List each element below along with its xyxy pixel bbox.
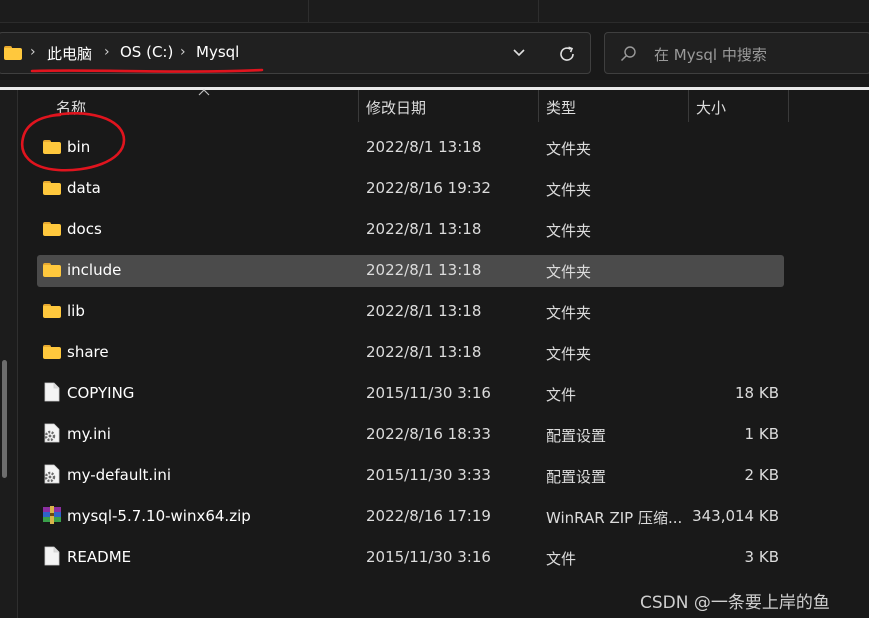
file-name: my.ini [67,425,111,443]
config-file-icon [44,464,60,484]
column-divider[interactable] [788,90,789,122]
breadcrumb-separator: › [180,44,186,60]
file-type: 文件夹 [546,181,592,199]
file-name: README [67,548,132,566]
file-type: 文件夹 [546,304,592,322]
file-date: 2022/8/16 19:32 [366,179,491,197]
file-date: 2015/11/30 3:16 [366,548,491,566]
breadcrumb-item-mysql[interactable]: Mysql [196,43,239,61]
file-type: 文件夹 [546,345,592,363]
column-divider[interactable] [688,90,689,122]
annotation-circle [20,112,126,172]
file-type: 配置设置 [546,468,607,486]
column-divider[interactable] [538,90,539,122]
file-type: 文件 [546,550,577,568]
winrar-archive-icon [43,506,61,524]
column-divider[interactable] [358,90,359,122]
file-date: 2022/8/1 13:18 [366,343,482,361]
file-name: COPYING [67,384,135,402]
navigation-scrollbar[interactable] [2,360,7,478]
column-header-date[interactable]: 修改日期 [366,97,426,118]
table-row[interactable]: lib 2022/8/1 13:18 文件夹 [37,296,784,328]
file-icon [44,546,60,566]
search-icon [620,46,636,62]
file-date: 2015/11/30 3:33 [366,466,491,484]
file-name: data [67,179,101,197]
config-file-icon [44,423,60,443]
table-row[interactable]: COPYING 2015/11/30 3:16 文件 18 KB [37,378,784,410]
table-row[interactable]: data 2022/8/16 19:32 文件夹 [37,173,784,205]
file-size: 18 KB [735,384,779,402]
folder-icon [43,181,61,195]
title-strip [0,0,869,23]
table-row[interactable]: README 2015/11/30 3:16 文件 3 KB [37,542,784,574]
file-date: 2022/8/1 13:18 [366,138,482,156]
folder-icon [43,222,61,236]
table-row[interactable]: docs 2022/8/1 13:18 文件夹 [37,214,784,246]
chevron-down-icon[interactable] [512,45,526,59]
title-strip-segment [0,0,309,22]
file-type: 文件夹 [546,263,592,281]
search-placeholder: 在 Mysql 中搜索 [654,46,767,64]
file-size: 3 KB [744,548,779,566]
refresh-icon[interactable] [557,44,577,64]
breadcrumb-item-os-drive[interactable]: OS (C:) [120,43,173,61]
file-type: 配置设置 [546,427,607,445]
file-name: share [67,343,109,361]
column-header-type[interactable]: 类型 [546,97,576,118]
file-date: 2022/8/1 13:18 [366,261,482,279]
breadcrumb-separator: › [30,44,36,60]
table-row[interactable]: my.ini 2022/8/16 18:33 配置设置 1 KB [37,419,784,451]
header-divider [0,87,869,90]
table-row-selected[interactable]: include 2022/8/1 13:18 文件夹 [37,255,784,287]
folder-icon [43,304,61,318]
file-name: docs [67,220,102,238]
file-type: 文件夹 [546,222,592,240]
title-strip-segment [308,0,539,22]
folder-icon [4,46,22,60]
column-header-size[interactable]: 大小 [696,97,726,118]
file-size: 2 KB [744,466,779,484]
file-name: include [67,261,122,279]
file-date: 2022/8/1 13:18 [366,302,482,320]
file-date: 2015/11/30 3:16 [366,384,491,402]
watermark: CSDN @一条要上岸的鱼 [640,593,830,613]
file-date: 2022/8/16 18:33 [366,425,491,443]
sort-ascending-icon [198,89,210,96]
folder-icon [43,263,61,277]
breadcrumb-separator: › [104,44,110,60]
table-row[interactable]: share 2022/8/1 13:18 文件夹 [37,337,784,369]
file-date: 2022/8/16 17:19 [366,507,491,525]
table-row[interactable]: mysql-5.7.10-winx64.zip 2022/8/16 17:19 … [37,501,784,533]
folder-icon [43,345,61,359]
annotation-underline [30,68,264,73]
file-type: 文件夹 [546,140,592,158]
file-name: my-default.ini [67,466,172,484]
file-icon [44,382,60,402]
file-size: 1 KB [744,425,779,443]
file-type: 文件 [546,386,577,404]
table-row[interactable]: bin 2022/8/1 13:18 文件夹 [37,132,784,164]
file-name: mysql-5.7.10-winx64.zip [67,507,251,525]
table-row[interactable]: my-default.ini 2015/11/30 3:33 配置设置 2 KB [37,460,784,492]
file-type: WinRAR ZIP 压缩... [546,509,683,527]
file-size: 343,014 KB [692,507,779,525]
breadcrumb-item-this-pc[interactable]: 此电脑 [47,43,92,64]
file-date: 2022/8/1 13:18 [366,220,482,238]
file-name: lib [67,302,85,320]
